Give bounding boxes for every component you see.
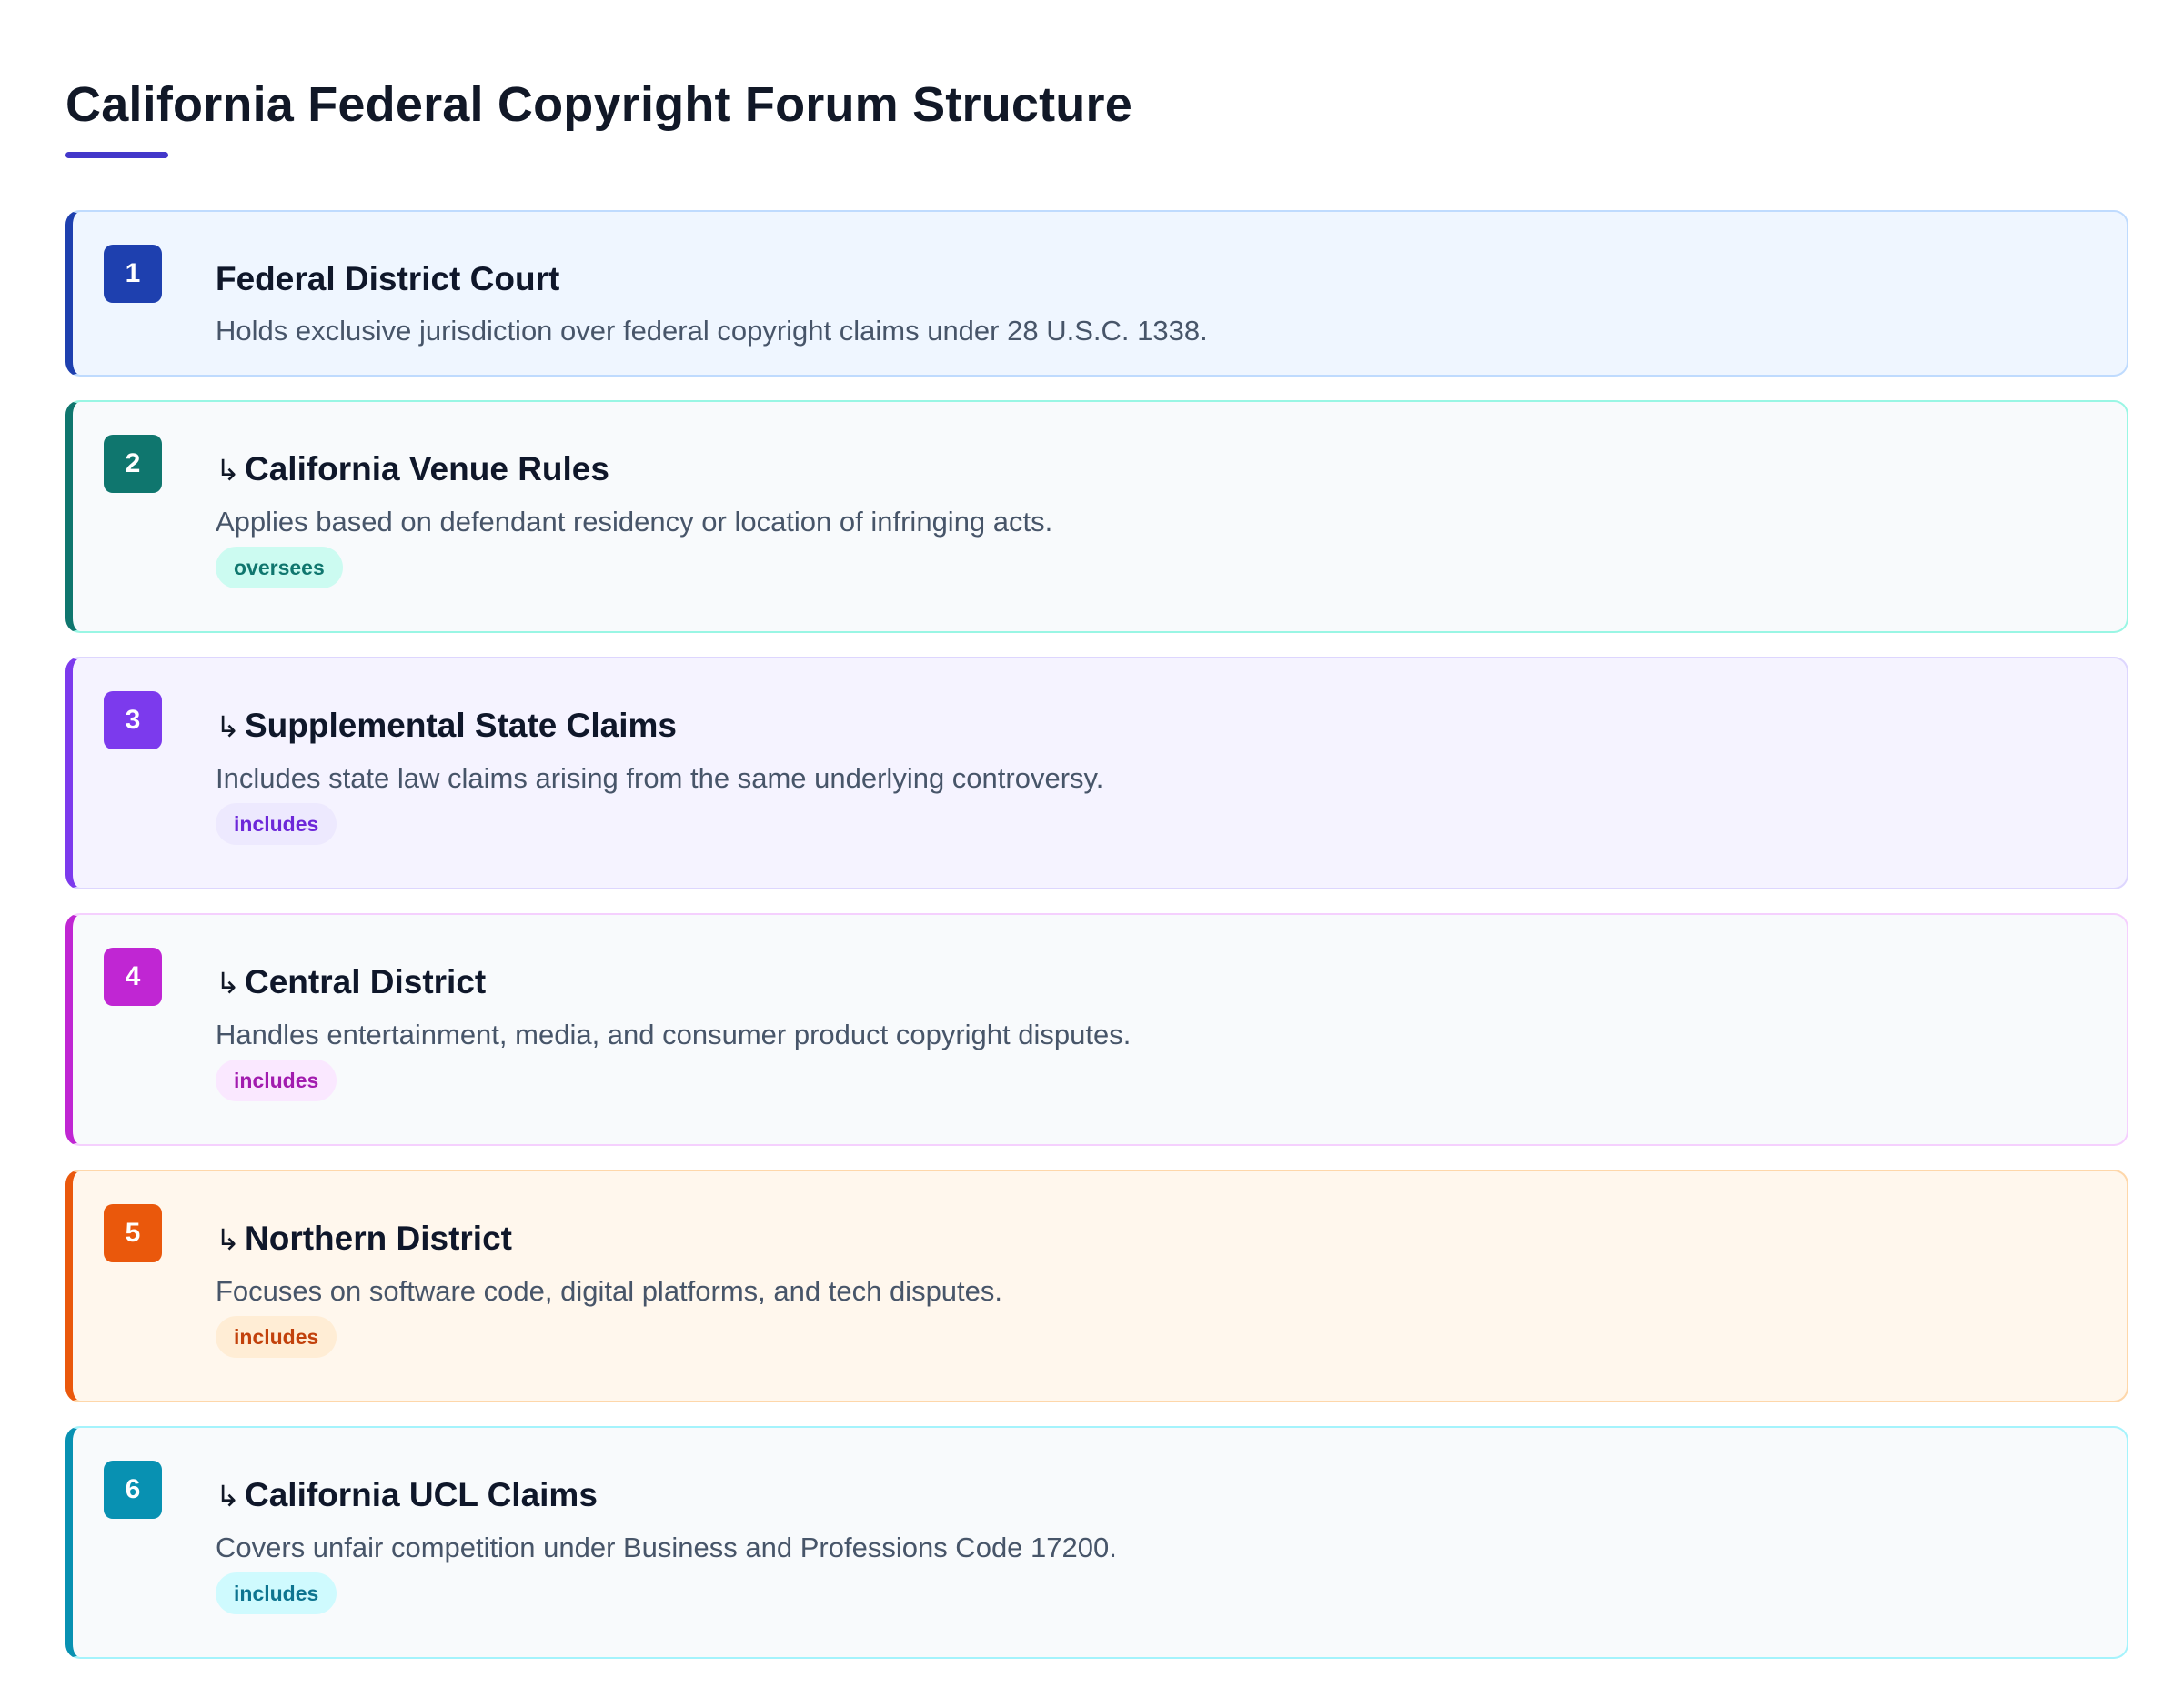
node-title: California UCL Claims	[245, 1476, 598, 1513]
node-card-supplemental-state-claims: 3 ↳ Supplemental State Claims Includes s…	[65, 657, 2128, 889]
relationship-tag: includes	[216, 1572, 337, 1614]
node-description: Focuses on software code, digital platfo…	[216, 1275, 1003, 1307]
node-heading: Federal District Court	[216, 259, 2090, 299]
node-title: Central District	[245, 963, 487, 1000]
title-underline	[65, 152, 168, 158]
node-description: Includes state law claims arising from t…	[216, 762, 1104, 794]
node-card-california-ucl-claims: 6 ↳ California UCL Claims Covers unfair …	[65, 1426, 2128, 1659]
node-heading: ↳ Central District	[216, 962, 2090, 1003]
node-heading: ↳ Supplemental State Claims	[216, 706, 2090, 747]
node-description: Covers unfair competition under Business…	[216, 1532, 1117, 1563]
forum-hierarchy-list: 1 Federal District Court Holds exclusive…	[65, 210, 2128, 1659]
node-title: Northern District	[245, 1220, 512, 1257]
relationship-tag: includes	[216, 1060, 337, 1101]
node-number-badge: 2	[104, 435, 162, 493]
node-number-badge: 1	[104, 245, 162, 303]
node-card-federal-district-court: 1 Federal District Court Holds exclusive…	[65, 210, 2128, 377]
relationship-tag: oversees	[216, 547, 343, 588]
child-arrow-icon: ↳	[216, 709, 240, 744]
node-card-northern-district: 5 ↳ Northern District Focuses on softwar…	[65, 1170, 2128, 1402]
node-description: Holds exclusive jurisdiction over federa…	[216, 315, 1208, 347]
page: California Federal Copyright Forum Struc…	[0, 0, 2183, 1708]
page-title: California Federal Copyright Forum Struc…	[65, 77, 1132, 132]
relationship-tag: includes	[216, 1316, 337, 1358]
relationship-tag: includes	[216, 803, 337, 845]
node-number-badge: 3	[104, 691, 162, 749]
node-card-central-district: 4 ↳ Central District Handles entertainme…	[65, 913, 2128, 1146]
node-number-badge: 4	[104, 948, 162, 1006]
node-description: Handles entertainment, media, and consum…	[216, 1019, 1132, 1050]
node-description: Applies based on defendant residency or …	[216, 506, 1053, 538]
node-card-california-venue-rules: 2 ↳ California Venue Rules Applies based…	[65, 400, 2128, 633]
node-title: Supplemental State Claims	[245, 707, 677, 744]
node-title: Federal District Court	[216, 260, 560, 297]
child-arrow-icon: ↳	[216, 1479, 240, 1513]
child-arrow-icon: ↳	[216, 1222, 240, 1257]
child-arrow-icon: ↳	[216, 966, 240, 1000]
child-arrow-icon: ↳	[216, 453, 240, 487]
node-title: California Venue Rules	[245, 450, 609, 487]
node-number-badge: 6	[104, 1461, 162, 1519]
node-heading: ↳ California Venue Rules	[216, 449, 2090, 490]
node-heading: ↳ Northern District	[216, 1219, 2090, 1260]
node-heading: ↳ California UCL Claims	[216, 1475, 2090, 1516]
node-number-badge: 5	[104, 1204, 162, 1262]
